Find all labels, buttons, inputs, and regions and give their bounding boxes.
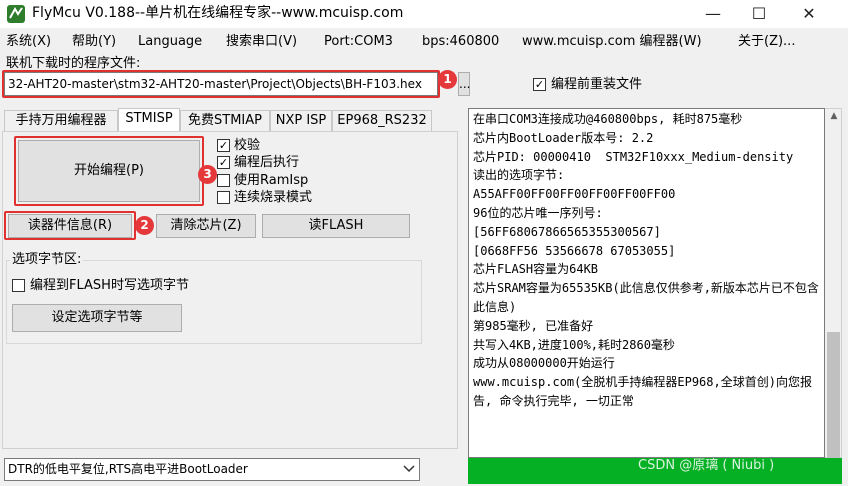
erase-chip-button[interactable]: 清除芯片(Z) — [156, 214, 256, 238]
window-title: FlyMcu V0.188--单片机在线编程专家--www.mcuisp.com — [32, 5, 404, 21]
menu-bar: 系统(X) 帮助(Y) Language 搜索串口(V) Port:COM3 b… — [0, 31, 848, 53]
menu-programmer[interactable]: www.mcuisp.com 编程器(W) — [522, 31, 702, 53]
annotation-badge-3: 3 — [198, 165, 217, 184]
write-option-bytes-checkbox[interactable] — [12, 279, 25, 292]
tab-nxp-isp[interactable]: NXP ISP — [270, 110, 332, 132]
verify-label: 校验 — [234, 138, 261, 153]
menu-port[interactable]: Port:COM3 — [324, 31, 393, 53]
menu-search-port[interactable]: 搜索串口(V) — [226, 31, 297, 53]
browse-button[interactable]: ... — [458, 72, 470, 96]
use-ramisp-label: 使用RamIsp — [234, 173, 309, 188]
read-device-info-button[interactable]: 读器件信息(R) — [8, 214, 132, 238]
file-path-input[interactable]: 32-AHT20-master\stm32-AHT20-master\Proje… — [4, 72, 438, 96]
menu-language[interactable]: Language — [138, 31, 202, 53]
close-button[interactable]: ✕ — [786, 0, 832, 28]
continuous-burn-label: 连续烧录模式 — [234, 190, 313, 205]
continuous-burn-checkbox[interactable] — [217, 191, 230, 204]
annotation-badge-1: 1 — [438, 70, 457, 89]
app-icon — [6, 4, 26, 24]
minimize-button[interactable]: — — [690, 0, 736, 28]
run-after-program-checkbox[interactable]: ✓ — [217, 156, 230, 169]
tab-handheld[interactable]: 手持万用编程器 — [4, 110, 118, 132]
tab-stmisp[interactable]: STMISP — [118, 108, 180, 132]
write-option-bytes-label: 编程到FLASH时写选项字节 — [30, 278, 189, 293]
reset-mode-select[interactable]: DTR的低电平复位,RTS高电平进BootLoader — [4, 458, 420, 481]
menu-about[interactable]: 关于(Z)... — [738, 31, 795, 53]
verify-checkbox[interactable]: ✓ — [217, 139, 230, 152]
menu-help[interactable]: 帮助(Y) — [72, 31, 116, 53]
set-option-bytes-button[interactable]: 设定选项字节等 — [12, 304, 182, 332]
scroll-up-icon[interactable]: ▲ — [828, 110, 840, 122]
maximize-button[interactable]: ☐ — [736, 0, 782, 28]
use-ramisp-checkbox[interactable] — [217, 174, 230, 187]
option-bytes-title: 选项字节区: — [10, 252, 84, 268]
menu-bps[interactable]: bps:460800 — [422, 31, 499, 53]
chevron-down-icon[interactable] — [400, 460, 418, 479]
tab-stmiap[interactable]: 免费STMIAP — [180, 110, 270, 132]
start-program-button[interactable]: 开始编程(P) — [18, 140, 200, 202]
reload-checkbox[interactable]: ✓ — [533, 78, 546, 91]
log-output[interactable]: 在串口COM3连接成功@460800bps, 耗时875毫秒 芯片内BootLo… — [468, 108, 825, 458]
menu-system[interactable]: 系统(X) — [6, 31, 51, 53]
tab-ep968[interactable]: EP968_RS232 — [332, 110, 432, 132]
read-flash-button[interactable]: 读FLASH — [262, 214, 410, 238]
annotation-badge-2: 2 — [135, 216, 154, 235]
log-scroll-thumb[interactable] — [827, 332, 840, 458]
reload-label: 编程前重装文件 — [551, 77, 643, 92]
watermark: CSDN @原璃 ( Niubi ) — [638, 458, 775, 473]
run-after-program-label: 编程后执行 — [234, 155, 300, 170]
